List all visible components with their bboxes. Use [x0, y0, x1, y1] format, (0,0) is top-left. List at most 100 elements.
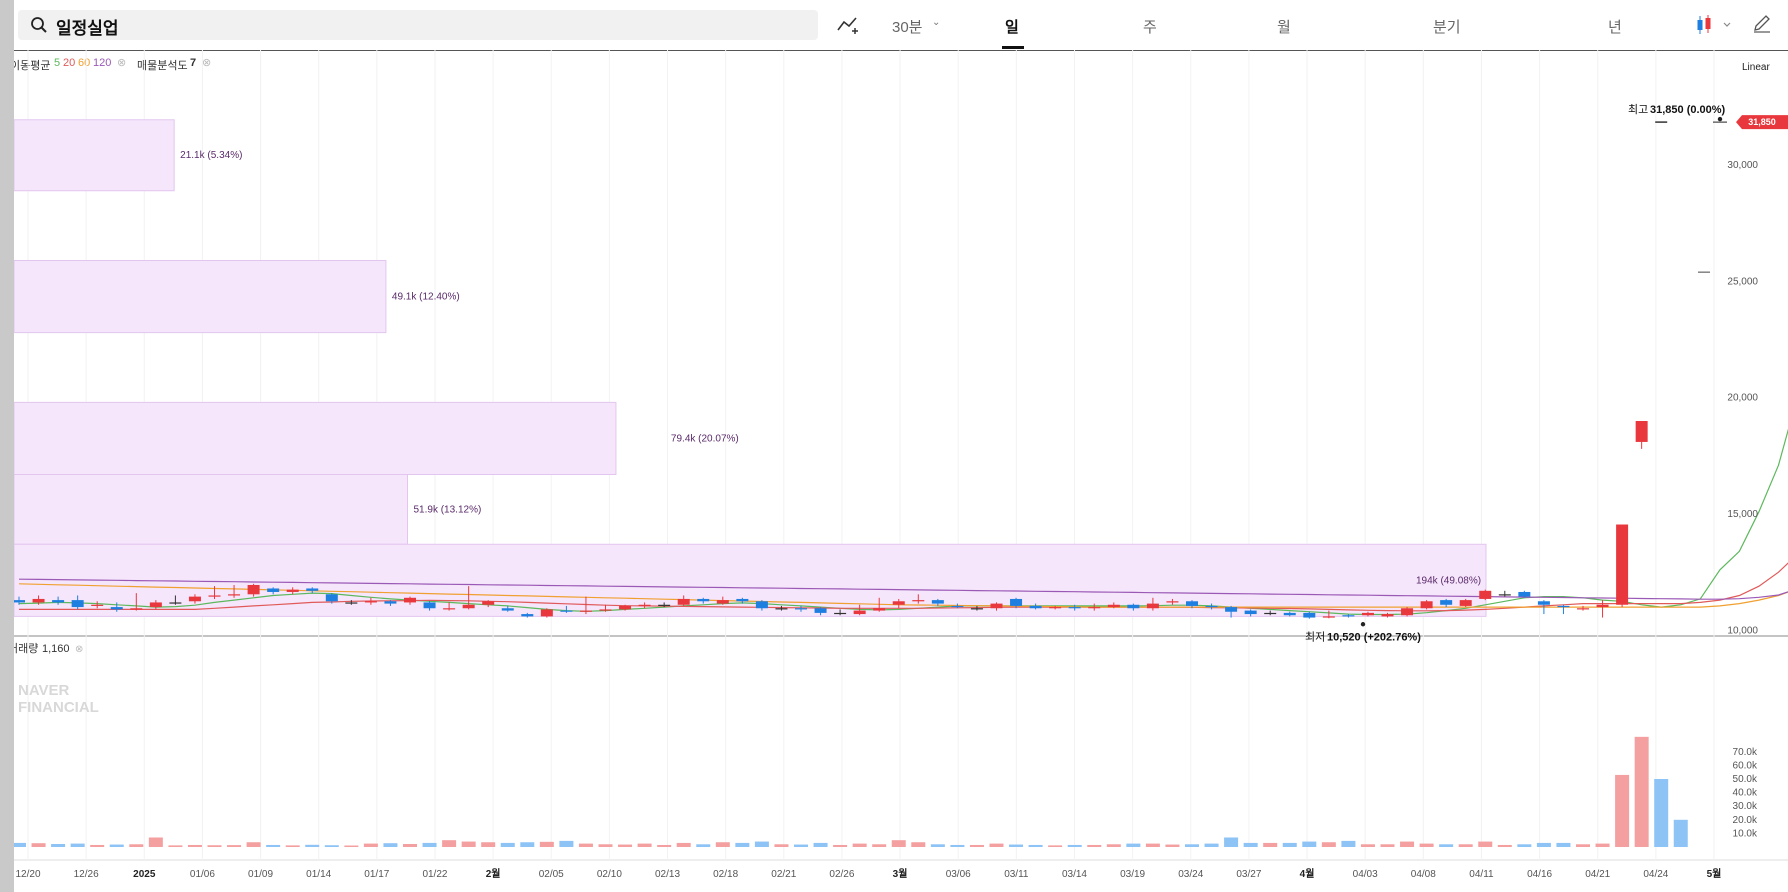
x-tick-label: 4월: [1300, 868, 1315, 880]
volume-bar: [266, 844, 281, 847]
volume-bar: [1576, 844, 1590, 847]
volume-profile-label: 21.1k (5.34%): [180, 150, 242, 161]
volume-bar: [1654, 779, 1669, 847]
candle-body: [1244, 610, 1257, 615]
high-price-label: 최고: [1628, 103, 1648, 116]
candle-body: [1303, 612, 1316, 618]
x-tick-label: 12/26: [74, 869, 99, 880]
volume-bar: [461, 841, 476, 847]
high-marker-dot: [1717, 116, 1723, 122]
volume-bar: [403, 844, 417, 847]
tab-week[interactable]: 주: [1143, 16, 1157, 37]
volume-bar: [1400, 841, 1415, 847]
candle-body: [579, 610, 592, 612]
volume-bar: [1478, 841, 1493, 847]
candle-body: [384, 601, 397, 604]
x-tick-label: 04/24: [1643, 869, 1668, 880]
candle-body: [1029, 605, 1042, 609]
candle-body: [521, 614, 534, 617]
volume-profile-bar: [14, 543, 1487, 617]
candle-body: [482, 601, 495, 605]
volume-bar: [31, 843, 46, 847]
tab-quarter[interactable]: 분기: [1433, 16, 1461, 37]
candle-body: [873, 608, 886, 611]
candle-body: [1401, 608, 1414, 616]
x-tick-label: 01/22: [422, 869, 447, 880]
volume-bar: [1380, 844, 1395, 847]
volume-bar: [1321, 842, 1336, 847]
price-tick-label: 20,000: [1727, 393, 1758, 404]
candle-body: [540, 609, 553, 617]
candle-body: [755, 601, 768, 609]
volume-bar: [969, 844, 984, 847]
volume-bar: [109, 844, 124, 847]
volume-bar: [168, 845, 183, 847]
x-tick-label: 03/06: [946, 869, 971, 880]
candlestick-type-icon[interactable]: [1696, 14, 1736, 36]
volume-bar: [383, 843, 398, 847]
x-tick-label: 01/09: [248, 869, 273, 880]
volume-profile-label: 79.4k (20.07%): [671, 433, 739, 444]
tab-day[interactable]: 일: [1005, 16, 1019, 37]
x-tick-label: 2월: [486, 868, 501, 880]
x-tick-label: 01/06: [190, 869, 215, 880]
tab-month[interactable]: 월: [1277, 16, 1291, 37]
x-tick-label: 2025: [133, 869, 156, 880]
volume-bar: [305, 844, 320, 847]
search-icon: [31, 17, 47, 33]
candle-body: [345, 602, 358, 604]
low-price-label: 최저: [1305, 630, 1325, 643]
candle-body: [71, 600, 84, 608]
x-tick-label: 5월: [1707, 868, 1722, 880]
candle-body: [228, 594, 241, 596]
chart-app: 일정실업 30분 ⌄ 일 주 월 분기 년 이동평균 5 20 60 120 ⊗…: [14, 0, 1788, 892]
candle-body: [1537, 601, 1550, 605]
volume-bar: [1517, 844, 1532, 847]
candle-body: [1616, 524, 1629, 605]
x-tick-label: 04/03: [1353, 869, 1378, 880]
volume-bar: [227, 845, 242, 847]
volume-bar: [51, 844, 66, 847]
candle-body: [91, 604, 104, 606]
volume-bar: [989, 843, 1004, 847]
candle-body: [1577, 608, 1589, 610]
price-chart[interactable]: 21.1k (5.34%) 49.1k (12.40%) 79.4k (20.07%…: [14, 50, 1788, 892]
volume-profile-label: 194k (49.08%): [1416, 575, 1481, 586]
interval-select[interactable]: 30분: [892, 16, 923, 37]
candle-body: [130, 608, 143, 610]
price-tick-label: 15,000: [1727, 509, 1758, 520]
volume-bar: [891, 840, 906, 847]
search-box[interactable]: 일정실업: [18, 10, 818, 40]
candle-body: [267, 588, 280, 592]
volume-bar: [676, 842, 691, 847]
x-tick-label: 03/19: [1120, 869, 1145, 880]
volume-bar: [1224, 837, 1239, 847]
x-tick-label: 04/16: [1527, 869, 1552, 880]
x-tick-label: 01/14: [306, 869, 331, 880]
volume-bar: [1048, 845, 1063, 847]
volume-bar: [148, 837, 163, 847]
volume-bar: [813, 842, 828, 847]
drawing-tool-icon[interactable]: [836, 14, 862, 36]
tab-year[interactable]: 년: [1608, 16, 1622, 37]
chevron-down-icon[interactable]: ⌄: [932, 17, 940, 28]
candle-body: [52, 600, 65, 603]
volume-bars: [14, 736, 1688, 847]
candle-body: [1225, 607, 1238, 612]
candle-body: [364, 601, 377, 603]
pencil-icon[interactable]: [1752, 14, 1772, 34]
x-tick-label: 02/21: [771, 869, 796, 880]
volume-bar: [774, 844, 789, 847]
candle-body: [1440, 600, 1453, 605]
x-tick-label: 02/13: [655, 869, 680, 880]
volume-bar: [696, 844, 711, 847]
candle-body: [892, 601, 905, 605]
candle-body: [1381, 614, 1394, 617]
x-tick-label: 3월: [893, 868, 908, 880]
candle-body: [951, 605, 964, 608]
volume-bar: [1439, 844, 1454, 847]
x-tick-label: 02/05: [539, 869, 564, 880]
volume-bar: [872, 844, 887, 847]
volume-bar: [911, 842, 926, 847]
price-badge-value: 31,850: [1748, 117, 1776, 127]
